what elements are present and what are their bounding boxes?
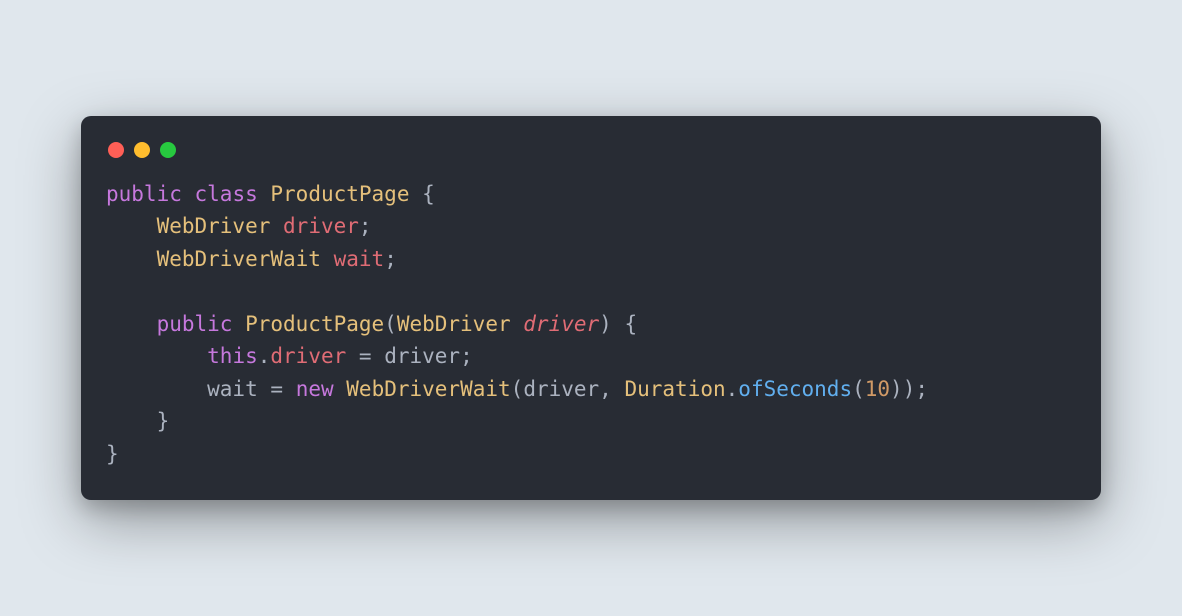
- code-token-plain: [106, 247, 157, 271]
- code-block: public class ProductPage { WebDriver dri…: [106, 178, 1076, 471]
- code-token-method: ofSeconds: [738, 377, 852, 401]
- code-token-plain: [106, 312, 157, 336]
- code-token-plain: [346, 344, 359, 368]
- code-token-punc: (: [852, 377, 865, 401]
- code-token-keyword: public: [106, 182, 182, 206]
- code-token-plain: [321, 247, 334, 271]
- code-token-type: ProductPage: [245, 312, 384, 336]
- code-token-punc: .: [726, 377, 739, 401]
- code-token-plain: driver: [523, 377, 599, 401]
- code-token-keyword: public: [157, 312, 233, 336]
- code-token-punc: }: [157, 409, 170, 433]
- code-token-punc: }: [106, 442, 119, 466]
- close-icon[interactable]: [108, 142, 124, 158]
- code-token-num: 10: [865, 377, 890, 401]
- code-token-plain: driver: [372, 344, 461, 368]
- code-token-type: WebDriver: [157, 214, 271, 238]
- code-token-punc: ;: [460, 344, 473, 368]
- code-token-keyword: new: [296, 377, 334, 401]
- code-token-field: driver: [283, 214, 359, 238]
- code-token-plain: [258, 182, 271, 206]
- code-token-plain: wait: [106, 377, 270, 401]
- code-token-field: wait: [334, 247, 385, 271]
- code-token-plain: [232, 312, 245, 336]
- code-token-plain: [182, 182, 195, 206]
- code-token-plain: [612, 312, 625, 336]
- code-token-punc: ;: [384, 247, 397, 271]
- code-token-punc: (: [511, 377, 524, 401]
- code-token-plain: [106, 344, 207, 368]
- code-token-member: driver: [270, 344, 346, 368]
- code-token-param: driver: [523, 312, 599, 336]
- code-token-plain: [283, 377, 296, 401]
- code-token-punc: {: [624, 312, 637, 336]
- code-token-punc: =: [270, 377, 283, 401]
- code-token-type: Duration: [624, 377, 725, 401]
- code-token-type: WebDriver: [397, 312, 511, 336]
- code-token-keyword: class: [195, 182, 258, 206]
- code-token-punc: ;: [359, 214, 372, 238]
- maximize-icon[interactable]: [160, 142, 176, 158]
- code-token-type: ProductPage: [270, 182, 409, 206]
- code-token-punc: {: [422, 182, 435, 206]
- minimize-icon[interactable]: [134, 142, 150, 158]
- code-token-plain: [106, 409, 157, 433]
- code-token-punc: =: [359, 344, 372, 368]
- code-token-type: WebDriverWait: [157, 247, 321, 271]
- code-token-punc: (: [384, 312, 397, 336]
- code-token-plain: [511, 312, 524, 336]
- code-token-punc: ;: [915, 377, 928, 401]
- code-token-plain: [612, 377, 625, 401]
- code-token-plain: [334, 377, 347, 401]
- code-window: public class ProductPage { WebDriver dri…: [81, 116, 1101, 501]
- code-token-punc: )): [890, 377, 915, 401]
- code-token-keyword: this: [207, 344, 258, 368]
- code-token-punc: .: [258, 344, 271, 368]
- window-titlebar: [106, 138, 1076, 178]
- code-token-punc: ,: [599, 377, 612, 401]
- code-token-plain: [106, 214, 157, 238]
- code-token-plain: [270, 214, 283, 238]
- code-token-type: WebDriverWait: [346, 377, 510, 401]
- code-token-punc: ): [599, 312, 612, 336]
- code-token-plain: [409, 182, 422, 206]
